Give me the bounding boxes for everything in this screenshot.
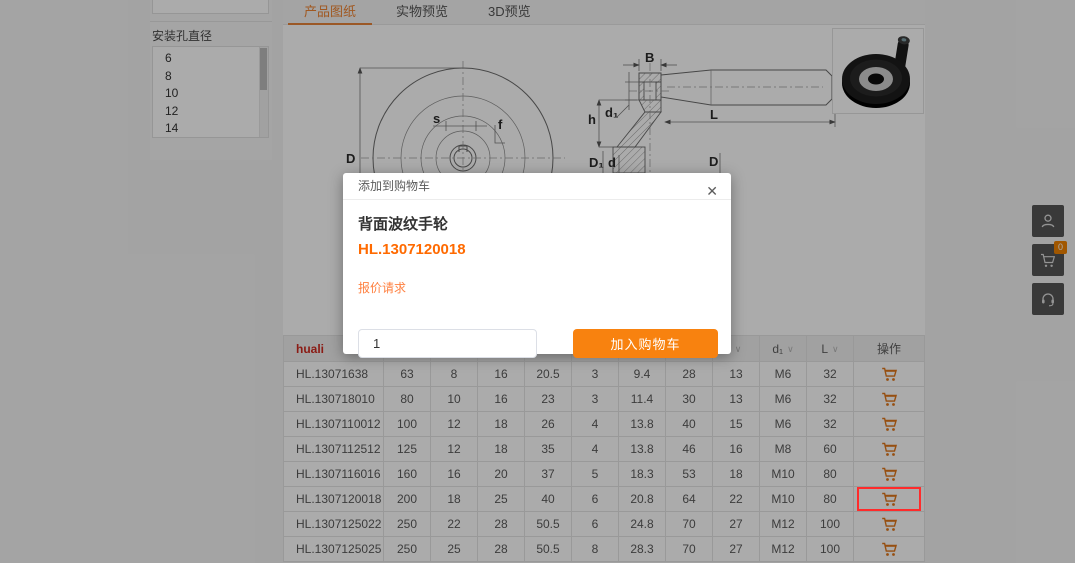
quote-request-link[interactable]: 报价请求 [358, 279, 406, 296]
add-to-cart-modal: 添加到购物车 ✕ 背面波纹手轮 HL.1307120018 报价请求 加入购物车 [343, 173, 731, 354]
add-to-cart-button[interactable]: 加入购物车 [573, 329, 718, 358]
quantity-row: 加入购物车 [358, 329, 716, 358]
quantity-input[interactable] [358, 329, 537, 358]
modal-body: 背面波纹手轮 HL.1307120018 报价请求 加入购物车 [343, 200, 731, 354]
modal-header: 添加到购物车 ✕ [343, 173, 731, 200]
modal-title: 添加到购物车 [358, 179, 430, 193]
product-code: HL.1307120018 [358, 241, 716, 258]
product-name: 背面波纹手轮 [358, 213, 716, 234]
